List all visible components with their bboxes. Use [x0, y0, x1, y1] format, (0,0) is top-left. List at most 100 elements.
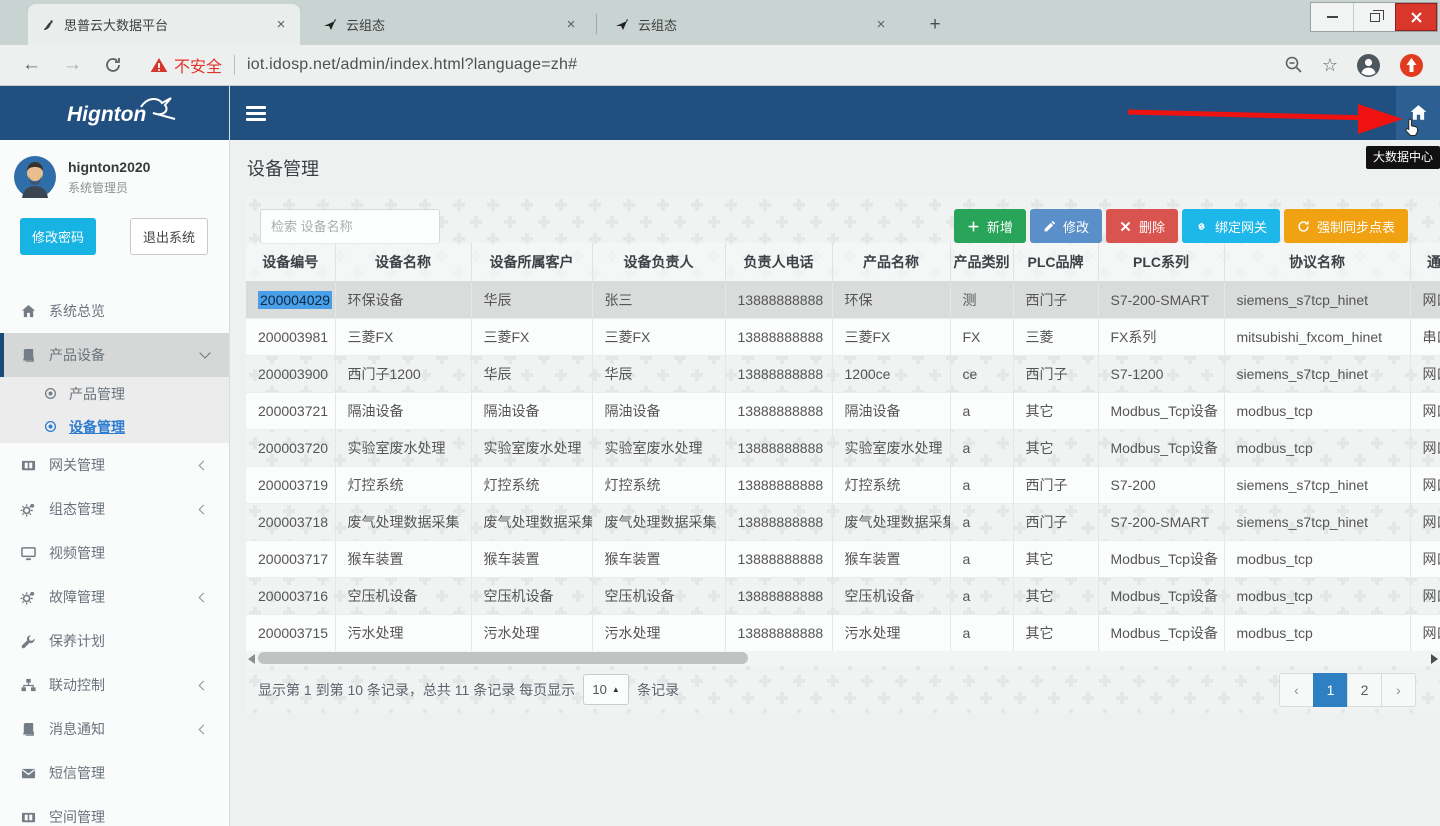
table-cell: 猴车装置 [592, 540, 725, 577]
sidebar-item-linkage-control[interactable]: 联动控制 [0, 663, 229, 707]
table-cell: siemens_s7tcp_hinet [1224, 466, 1410, 503]
table-row[interactable]: 200003720实验室废水处理实验室废水处理实验室废水处理1388888888… [246, 429, 1440, 466]
x-icon [1119, 220, 1132, 233]
zoom-out-icon[interactable] [1284, 55, 1304, 75]
add-button[interactable]: 新增 [954, 209, 1026, 243]
table-cell: 网口 [1410, 466, 1440, 503]
bookmark-star-icon[interactable]: ☆ [1322, 55, 1338, 76]
chevron-down-icon [199, 347, 210, 358]
table-cell: 13888888888 [725, 281, 832, 318]
tab-close-icon[interactable]: × [562, 16, 580, 33]
pager-page-button[interactable]: 1 [1313, 673, 1348, 707]
sidebar-item-video-management[interactable]: 视频管理 [0, 531, 229, 575]
delete-button[interactable]: 删除 [1106, 209, 1178, 243]
table-row[interactable]: 200003717猴车装置猴车装置猴车装置13888888888猴车装置a其它M… [246, 540, 1440, 577]
sidebar-item-maintenance-plan[interactable]: 保养计划 [0, 619, 229, 663]
table-row[interactable]: 200004029环保设备华辰张三13888888888环保测西门子S7-200… [246, 281, 1440, 318]
sidebar-item-message-notification[interactable]: 消息通知 [0, 707, 229, 751]
column-header[interactable]: PLC品牌 [1013, 243, 1098, 281]
scroll-left-icon[interactable] [248, 654, 255, 664]
scroll-right-icon[interactable] [1431, 654, 1438, 664]
new-tab-button[interactable]: + [922, 12, 948, 38]
browser-extension-icon[interactable] [1399, 53, 1424, 78]
url-text[interactable]: iot.idosp.net/admin/index.html?language=… [247, 56, 577, 74]
tab-close-icon[interactable]: × [872, 16, 890, 33]
menu-toggle-button[interactable] [246, 103, 266, 124]
browser-tab-2[interactable]: 云组态 × [310, 4, 590, 45]
desktop-icon [20, 546, 37, 561]
change-password-button[interactable]: 修改密码 [20, 218, 96, 255]
browser-tab-1[interactable]: 思普云大数据平台 × [28, 4, 300, 45]
home-icon [20, 304, 37, 319]
table-row[interactable]: 200003719灯控系统灯控系统灯控系统13888888888灯控系统a西门子… [246, 466, 1440, 503]
table-cell: 200003717 [246, 540, 335, 577]
column-header[interactable]: 设备编号 [246, 243, 335, 281]
table-cell: 污水处理 [592, 614, 725, 651]
table-cell: Modbus_Tcp设备 [1098, 614, 1224, 651]
sidebar-item-device-management[interactable]: 设备管理 [0, 410, 229, 443]
column-header[interactable]: PLC系列 [1098, 243, 1224, 281]
tab-close-icon[interactable]: × [272, 16, 290, 33]
sidebar-item-sms-management[interactable]: 短信管理 [0, 751, 229, 795]
force-sync-button[interactable]: 强制同步点表 [1284, 209, 1408, 243]
table-header-row: 设备编号设备名称设备所属客户设备负责人负责人电话产品名称产品类别PLC品牌PLC… [246, 243, 1440, 281]
edit-button[interactable]: 修改 [1030, 209, 1102, 243]
column-header[interactable]: 协议名称 [1224, 243, 1410, 281]
envelope-icon [20, 766, 37, 781]
reload-icon[interactable] [104, 56, 122, 74]
forward-icon[interactable]: → [63, 54, 82, 76]
minimize-button[interactable] [1311, 3, 1353, 31]
table-cell: 200003720 [246, 429, 335, 466]
browser-tab-3[interactable]: 云组态 × [602, 4, 900, 45]
table-cell: 200003718 [246, 503, 335, 540]
sidebar-item-configuration-management[interactable]: 组态管理 [0, 487, 229, 531]
column-header[interactable]: 设备所属客户 [471, 243, 592, 281]
sidebar-item-space-management[interactable]: 空间管理 [0, 795, 229, 826]
table-cell: 西门子 [1013, 503, 1098, 540]
column-header[interactable]: 设备名称 [335, 243, 471, 281]
bind-gateway-button[interactable]: 绑定网关 [1182, 209, 1280, 243]
home-icon [1409, 104, 1428, 122]
column-header[interactable]: 产品名称 [832, 243, 950, 281]
table-row[interactable]: 200003718废气处理数据采集废气处理数据采集废气处理数据采集1388888… [246, 503, 1440, 540]
table-row[interactable]: 200003721隔油设备隔油设备隔油设备13888888888隔油设备a其它M… [246, 392, 1440, 429]
logout-button[interactable]: 退出系统 [130, 218, 208, 255]
table-cell: 三菱 [1013, 318, 1098, 355]
back-icon[interactable]: ← [22, 54, 41, 76]
pager-prev-button[interactable]: ‹ [1279, 673, 1314, 707]
search-input[interactable] [260, 209, 440, 244]
column-header[interactable]: 设备负责人 [592, 243, 725, 281]
chevron-left-icon [199, 680, 209, 690]
profile-avatar-icon[interactable] [1356, 53, 1381, 78]
table-row[interactable]: 200003716空压机设备空压机设备空压机设备13888888888空压机设备… [246, 577, 1440, 614]
sidebar-item-product-management[interactable]: 产品管理 [0, 377, 229, 410]
tab3-favicon-icon [614, 17, 630, 33]
column-header[interactable]: 负责人电话 [725, 243, 832, 281]
table-cell: 污水处理 [832, 614, 950, 651]
pager-next-button[interactable]: › [1381, 673, 1416, 707]
sidebar-item-system-overview[interactable]: 系统总览 [0, 289, 229, 333]
column-header[interactable]: 通讯方式 [1410, 243, 1440, 281]
restore-icon [1370, 13, 1380, 22]
pager-page-button[interactable]: 2 [1347, 673, 1382, 707]
table-cell: siemens_s7tcp_hinet [1224, 355, 1410, 392]
sidebar-item-fault-management[interactable]: 故障管理 [0, 575, 229, 619]
table-cell: a [950, 540, 1013, 577]
table-row[interactable]: 200003900西门子1200华辰华辰138888888881200cece西… [246, 355, 1440, 392]
column-header[interactable]: 产品类别 [950, 243, 1013, 281]
page-size-select[interactable]: 10 ▲ [583, 674, 629, 705]
table-row[interactable]: 200003715污水处理污水处理污水处理13888888888污水处理a其它M… [246, 614, 1440, 651]
close-button[interactable] [1395, 3, 1437, 31]
table-cell: 串口 [1410, 318, 1440, 355]
horizontal-scrollbar[interactable] [246, 651, 1440, 666]
big-data-center-button[interactable] [1396, 86, 1440, 140]
close-icon [1411, 12, 1422, 23]
table-cell: a [950, 577, 1013, 614]
sidebar-item-gateway-management[interactable]: 网关管理 [0, 443, 229, 487]
restore-button[interactable] [1353, 3, 1395, 31]
table-row[interactable]: 200003981三菱FX三菱FX三菱FX13888888888三菱FXFX三菱… [246, 318, 1440, 355]
tab-title: 云组态 [638, 15, 864, 34]
scrollbar-thumb[interactable] [258, 652, 748, 664]
sidebar-item-product-device[interactable]: 产品设备 [0, 333, 229, 377]
security-warning-label[interactable]: 不安全 [174, 53, 222, 77]
